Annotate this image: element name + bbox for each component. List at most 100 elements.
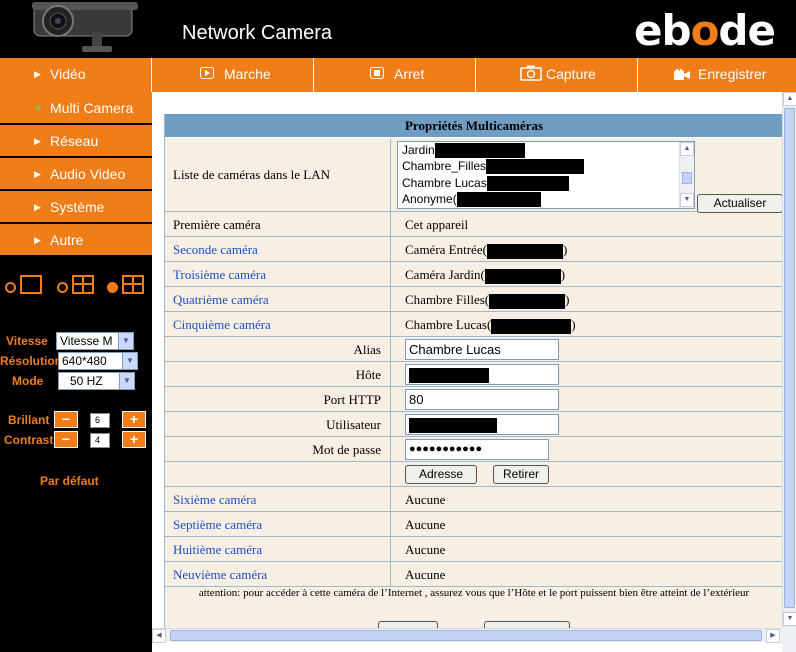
default-settings-link[interactable]: Par défaut xyxy=(40,474,99,488)
camera-6-link[interactable]: Sixième caméra xyxy=(173,492,256,508)
table-row: Utilisateur xyxy=(165,412,782,437)
camera-9-value: Aucune xyxy=(405,567,446,582)
speed-value: Vitesse M xyxy=(60,334,113,348)
brightness-decrease-button[interactable]: − xyxy=(54,411,78,428)
contrast-increase-button[interactable]: + xyxy=(122,431,146,448)
alias-input[interactable]: Chambre Lucas xyxy=(405,339,559,360)
table-row: Liste de caméras dans le LAN Jardin Cham… xyxy=(165,139,782,213)
stop-button[interactable]: Arret xyxy=(314,58,476,92)
table-row: Seconde caméra Caméra Entrée() xyxy=(165,237,782,262)
camera-icon xyxy=(520,65,542,81)
toolbar: ▶ Vidéo Marche Arret Capture Enregistrer xyxy=(0,58,796,92)
main-content: Propriétés Multicaméras Liste de caméras… xyxy=(152,92,796,652)
sidebar-item-other[interactable]: ▶ Autre xyxy=(0,224,152,256)
brand-logo: ebode xyxy=(634,6,776,55)
password-input[interactable]: ●●●●●●●●●●● xyxy=(405,439,549,460)
table-row: Première caméra Cet appareil xyxy=(165,212,782,237)
add-camera-button[interactable]: Adresse xyxy=(405,465,477,484)
remove-camera-button[interactable]: Retirer xyxy=(493,465,549,484)
scroll-up-icon[interactable]: ▲ xyxy=(680,142,694,156)
http-port-input[interactable]: 80 xyxy=(405,389,559,410)
scroll-right-icon[interactable]: ▶ xyxy=(766,629,780,643)
scroll-corner xyxy=(782,628,796,652)
lan-list-label: Liste de caméras dans le LAN xyxy=(173,167,331,182)
layout-selector xyxy=(0,272,152,302)
lan-camera-list[interactable]: Jardin Chambre_Filles Chambre Lucas Anon… xyxy=(397,141,695,209)
host-label: Hôte xyxy=(355,367,381,382)
list-item[interactable]: Chambre_Filles xyxy=(402,159,585,175)
sidebar-item-multi-camera[interactable]: ▼ Multi Camera xyxy=(0,92,152,124)
camera-5-value: Chambre Lucas() xyxy=(405,317,576,334)
scroll-up-icon[interactable]: ▲ xyxy=(783,92,796,106)
layout-1-radio[interactable] xyxy=(5,282,16,293)
brightness-value: 6 xyxy=(90,413,110,428)
camera-9-link[interactable]: Neuvième caméra xyxy=(173,567,267,583)
list-item[interactable]: Jardin xyxy=(402,143,525,159)
camera-2-link[interactable]: Seconde caméra xyxy=(173,242,258,258)
scroll-down-icon[interactable]: ▼ xyxy=(783,612,796,626)
scroll-down-icon[interactable]: ▼ xyxy=(680,193,694,207)
chevron-down-icon: ▼ xyxy=(122,353,137,369)
record-label: Enregistrer xyxy=(698,66,767,82)
refresh-button[interactable]: Actualiser xyxy=(697,194,782,213)
user-input[interactable] xyxy=(405,414,559,435)
chevron-down-icon: ▼ xyxy=(119,373,134,389)
table-row: Huitième caméra Aucune xyxy=(165,537,782,562)
camera-6-value: Aucune xyxy=(405,492,446,507)
speed-select[interactable]: Vitesse M ▼ xyxy=(56,332,134,350)
capture-label: Capture xyxy=(546,66,596,82)
scroll-left-icon[interactable]: ◀ xyxy=(152,629,166,643)
table-row: Troisième caméra Caméra Jardin() xyxy=(165,262,782,287)
camera-5-link[interactable]: Cinquième caméra xyxy=(173,317,271,333)
sidebar-item-label: Audio Video xyxy=(50,166,126,182)
sidebar-item-audio-video[interactable]: ▶ Audio Video xyxy=(0,158,152,190)
camera-4-link[interactable]: Quatrième caméra xyxy=(173,292,269,308)
sidebar-item-label: Multi Camera xyxy=(50,100,134,116)
table-row: Alias Chambre Lucas xyxy=(165,337,782,362)
sidebar: ▼ Multi Camera ▶ Réseau ▶ Audio Video ▶ … xyxy=(0,92,152,652)
camera-1-value: Cet appareil xyxy=(405,217,469,232)
table-row: Cinquième caméra Chambre Lucas() xyxy=(165,312,782,337)
header: Network Camera ebode xyxy=(0,0,796,58)
scroll-thumb[interactable] xyxy=(784,108,795,608)
capture-button[interactable]: Capture xyxy=(476,58,638,92)
sidebar-item-system[interactable]: ▶ Système xyxy=(0,191,152,223)
nine-view-icon[interactable] xyxy=(122,275,144,294)
resolution-select[interactable]: 640*480 ▼ xyxy=(58,352,138,370)
camera-3-link[interactable]: Troisième caméra xyxy=(173,267,266,283)
vertical-scrollbar[interactable]: ▲ ▼ xyxy=(782,92,796,628)
quad-view-icon[interactable] xyxy=(72,275,94,294)
sidebar-item-label: Autre xyxy=(50,232,84,248)
user-label: Utilisateur xyxy=(326,417,381,432)
list-scrollbar[interactable]: ▲ ▼ xyxy=(679,142,694,208)
play-button[interactable]: Marche xyxy=(152,58,314,92)
layout-9-radio[interactable] xyxy=(107,282,118,293)
list-item[interactable]: Chambre Lucas xyxy=(402,176,569,192)
scroll-thumb[interactable] xyxy=(170,630,762,641)
single-view-icon[interactable] xyxy=(20,275,42,294)
record-button[interactable]: Enregistrer xyxy=(638,58,796,92)
multicamera-properties-table: Propriétés Multicaméras Liste de caméras… xyxy=(164,114,782,630)
app-title: Network Camera xyxy=(182,22,333,44)
stop-label: Arret xyxy=(394,66,425,82)
toolbar-nav-video[interactable]: ▶ Vidéo xyxy=(0,58,152,92)
host-input[interactable] xyxy=(405,364,559,385)
mode-select[interactable]: 50 HZ ▼ xyxy=(58,372,135,390)
camera-7-link[interactable]: Septième caméra xyxy=(173,517,262,533)
sidebar-item-label: Système xyxy=(50,199,105,215)
camera-8-value: Aucune xyxy=(405,542,446,557)
list-item[interactable]: Anonyme( xyxy=(402,192,541,208)
camera-8-link[interactable]: Huitième caméra xyxy=(173,542,262,558)
contrast-decrease-button[interactable]: − xyxy=(54,431,78,448)
brightness-increase-button[interactable]: + xyxy=(122,411,146,428)
table-title: Propriétés Multicaméras xyxy=(165,114,782,138)
contrast-label: Contrast xyxy=(4,433,54,447)
sidebar-item-network[interactable]: ▶ Réseau xyxy=(0,125,152,157)
play-label: Marche xyxy=(224,66,271,82)
arrow-right-icon: ▶ xyxy=(34,202,41,212)
layout-4-radio[interactable] xyxy=(57,282,68,293)
alias-label: Alias xyxy=(353,342,381,357)
table-row: Sixième caméra Aucune xyxy=(165,487,782,512)
arrow-down-icon: ▼ xyxy=(34,103,43,113)
horizontal-scrollbar[interactable]: ◀ ▶ xyxy=(152,628,782,643)
